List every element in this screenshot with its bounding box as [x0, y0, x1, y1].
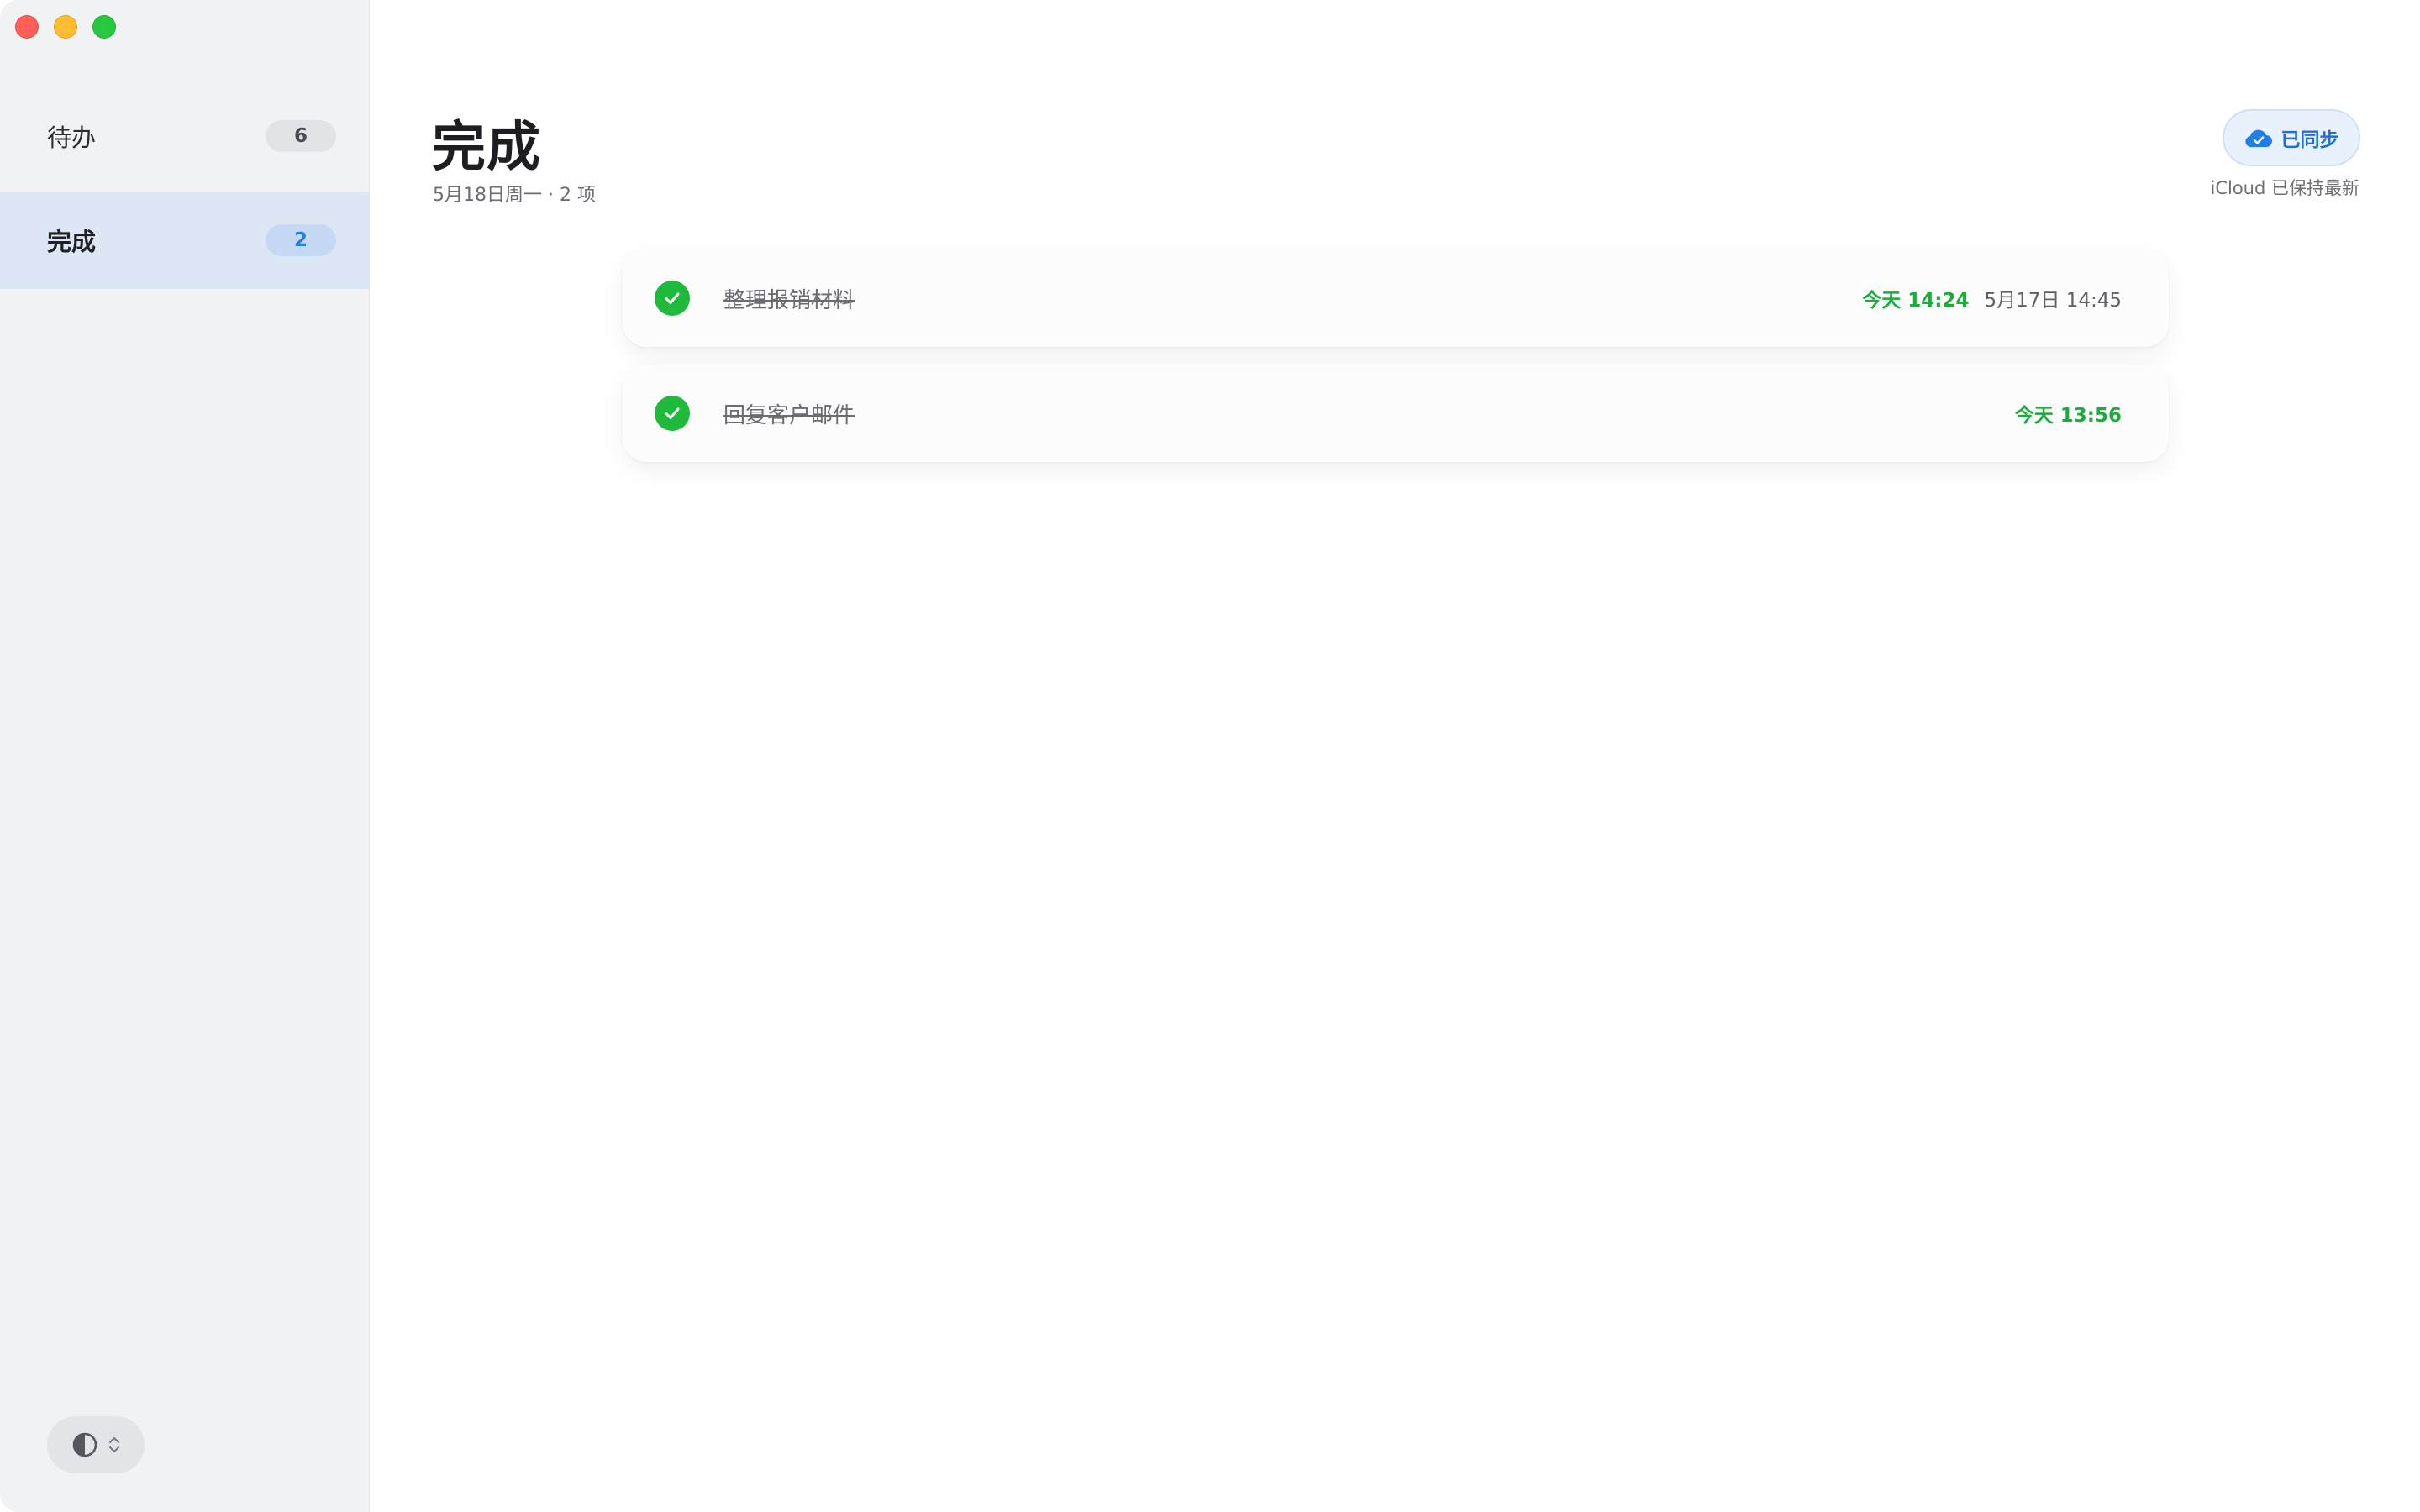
- sidebar-item-done[interactable]: 完成 2: [0, 192, 370, 289]
- page-title: 完成: [432, 117, 541, 179]
- chevron-updown-icon: [108, 1436, 120, 1453]
- count-badge: 6: [266, 120, 336, 152]
- half-circle-icon: [72, 1432, 97, 1457]
- task-title: 回复客户邮件: [723, 402, 855, 428]
- checkmark-icon: [665, 407, 680, 419]
- window-controls: [15, 15, 116, 39]
- sync-label: 已同步: [2281, 129, 2339, 151]
- sidebar-item-label: 待办: [47, 123, 97, 152]
- task-row[interactable]: 整理报销材料 今天 14:24 5月17日 14:45: [623, 249, 2169, 347]
- due-time: 5月17日 14:45: [1984, 290, 2123, 312]
- traffic-zoom-icon[interactable]: [92, 15, 116, 39]
- app-window: 待办 6 完成 2 完成 5月18日周一 · 2 项 已同步 iCloud 已保…: [0, 0, 2420, 1512]
- appearance-toggle-button[interactable]: [47, 1416, 145, 1473]
- page-subtitle: 5月18日周一 · 2 项: [433, 185, 596, 206]
- sidebar: 待办 6 完成 2: [0, 0, 370, 1512]
- sync-status-button[interactable]: 已同步: [2223, 109, 2360, 166]
- checkmark-icon: [665, 292, 680, 304]
- completed-time: 今天 13:56: [2014, 405, 2122, 427]
- traffic-close-icon[interactable]: [15, 15, 39, 39]
- sidebar-item-todo[interactable]: 待办 6: [0, 87, 370, 185]
- cloud-check-icon: [2244, 129, 2272, 148]
- completed-checkbox[interactable]: [655, 396, 690, 431]
- main-content: 完成 5月18日周一 · 2 项 已同步 iCloud 已保持最新 整理报销材料…: [371, 0, 2420, 1512]
- traffic-minimize-icon[interactable]: [54, 15, 77, 39]
- sidebar-item-label: 完成: [47, 228, 97, 256]
- sync-note: iCloud 已保持最新: [2210, 178, 2360, 198]
- completed-checkbox[interactable]: [655, 281, 690, 316]
- completed-time: 今天 14:24: [1862, 290, 1970, 312]
- count-badge: 2: [266, 224, 336, 256]
- task-row[interactable]: 回复客户邮件 今天 13:56: [623, 365, 2169, 462]
- task-title: 整理报销材料: [723, 287, 855, 313]
